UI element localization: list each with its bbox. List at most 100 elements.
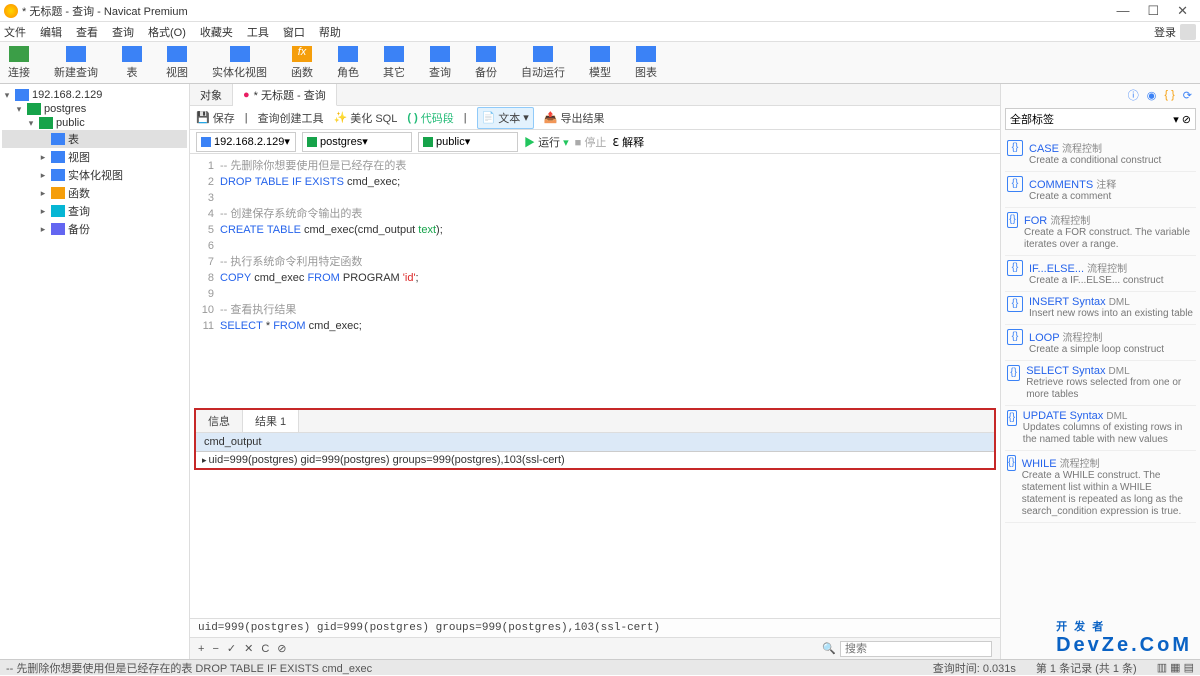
- menu-edit[interactable]: 编辑: [40, 24, 62, 40]
- braces-icon: {}: [1007, 212, 1018, 228]
- beautify-button[interactable]: ✨ 美化 SQL: [334, 110, 398, 126]
- braces-icon: {}: [1007, 455, 1016, 471]
- snippet-item[interactable]: {}SELECT Syntax DMLRetrieve rows selecte…: [1005, 361, 1196, 406]
- snippet-item[interactable]: {}COMMENTS 注释Create a comment: [1005, 172, 1196, 208]
- tb-connect[interactable]: 连接: [8, 46, 30, 80]
- explain-button[interactable]: ℇ 解释: [612, 134, 644, 150]
- result-row[interactable]: ▸uid=999(postgres) gid=999(postgres) gro…: [196, 452, 994, 468]
- braces-icon: {}: [1007, 296, 1023, 312]
- tag-select[interactable]: 全部标签▾ ⊘: [1005, 108, 1196, 130]
- snippet-item[interactable]: {}CASE 流程控制Create a conditional construc…: [1005, 136, 1196, 172]
- braces-icon: {}: [1007, 329, 1023, 345]
- menu-query[interactable]: 查询: [112, 24, 134, 40]
- search-input[interactable]: [840, 641, 992, 657]
- text-mode-button[interactable]: 📄 文本 ▾: [477, 107, 534, 129]
- tree-tables[interactable]: 表: [2, 130, 187, 148]
- snippet-item[interactable]: {}FOR 流程控制Create a FOR construct. The va…: [1005, 208, 1196, 256]
- snippet-item[interactable]: {}IF...ELSE... 流程控制Create a IF...ELSE...…: [1005, 256, 1196, 292]
- result-panel: 信息 结果 1 cmd_output ▸uid=999(postgres) gi…: [194, 408, 996, 470]
- tb-view[interactable]: 视图: [166, 46, 188, 80]
- nav-apply[interactable]: ✓: [227, 642, 236, 655]
- snippet-button[interactable]: ( ) 代码段: [407, 110, 453, 126]
- save-button[interactable]: 💾 保存: [196, 110, 235, 126]
- tb-autorun[interactable]: 自动运行: [521, 46, 565, 80]
- tree-server[interactable]: ▾192.168.2.129: [2, 88, 187, 102]
- braces-icon: {}: [1007, 260, 1023, 276]
- nav-refresh[interactable]: C: [261, 643, 269, 655]
- braces-icon[interactable]: { }: [1164, 89, 1174, 101]
- braces-icon: {}: [1007, 410, 1017, 426]
- tb-other[interactable]: 其它: [383, 46, 405, 80]
- result-tab-1[interactable]: 结果 1: [243, 410, 299, 432]
- app-icon: [4, 4, 18, 18]
- menu-view[interactable]: 查看: [76, 24, 98, 40]
- tb-function[interactable]: fx函数: [291, 46, 313, 80]
- tree-schema[interactable]: ▾public: [2, 116, 187, 130]
- login-link[interactable]: 登录: [1154, 24, 1176, 40]
- db-select[interactable]: postgres ▾: [302, 132, 412, 152]
- tree-db[interactable]: ▾postgres: [2, 102, 187, 116]
- record-count: 第 1 条记录 (共 1 条): [1036, 660, 1137, 676]
- tree-functions[interactable]: ▸函数: [2, 184, 187, 202]
- tb-query[interactable]: 查询: [429, 46, 451, 80]
- code-area[interactable]: -- 先删除你想要使用但是已经存在的表 DROP TABLE IF EXISTS…: [220, 158, 1000, 400]
- snippet-item[interactable]: {}LOOP 流程控制Create a simple loop construc…: [1005, 325, 1196, 361]
- user-avatar[interactable]: [1180, 24, 1196, 40]
- close-button[interactable]: ✕: [1177, 3, 1188, 19]
- server-select[interactable]: 192.168.2.129 ▾: [196, 132, 296, 152]
- menu-fav[interactable]: 收藏夹: [200, 24, 233, 40]
- nav-add[interactable]: +: [198, 643, 204, 655]
- stop-button[interactable]: ■ 停止: [575, 134, 607, 150]
- search-icon: 🔍: [822, 642, 836, 655]
- record-nav: + − ✓ ✕ C ⊘ 🔍: [190, 637, 1000, 659]
- menu-window[interactable]: 窗口: [283, 24, 305, 40]
- tree-backups[interactable]: ▸备份: [2, 220, 187, 238]
- result-tab-info[interactable]: 信息: [196, 410, 243, 432]
- snippet-panel: ⓘ ◉ { } ⟳ 全部标签▾ ⊘ {}CASE 流程控制Create a co…: [1000, 84, 1200, 659]
- refresh-icon[interactable]: ⟳: [1183, 89, 1192, 102]
- title-bar: * 无标题 - 查询 - Navicat Premium — ☐ ✕: [0, 0, 1200, 22]
- maximize-button[interactable]: ☐: [1147, 3, 1159, 19]
- braces-icon: {}: [1007, 140, 1023, 156]
- tb-newquery[interactable]: 新建查询: [54, 46, 98, 80]
- info-icon[interactable]: ⓘ: [1128, 87, 1139, 103]
- window-title: * 无标题 - 查询 - Navicat Premium: [22, 3, 1116, 19]
- connection-tree[interactable]: ▾192.168.2.129 ▾postgres ▾public 表 ▸视图 ▸…: [0, 84, 190, 659]
- nav-filter[interactable]: ⊘: [277, 642, 286, 655]
- schema-select[interactable]: public ▾: [418, 132, 518, 152]
- line-gutter: 1234567891011: [190, 158, 220, 400]
- nav-del[interactable]: −: [212, 643, 218, 655]
- tb-table[interactable]: 表: [122, 46, 142, 80]
- export-button[interactable]: 📤 导出结果: [544, 110, 605, 126]
- tree-queries[interactable]: ▸查询: [2, 202, 187, 220]
- tb-model[interactable]: 模型: [589, 46, 611, 80]
- tab-query[interactable]: ●* 无标题 - 查询: [233, 84, 337, 106]
- menu-tools[interactable]: 工具: [247, 24, 269, 40]
- tb-matview[interactable]: 实体化视图: [212, 46, 267, 80]
- snippet-item[interactable]: {}UPDATE Syntax DMLUpdates columns of ex…: [1005, 406, 1196, 451]
- menu-format[interactable]: 格式(O): [148, 24, 186, 40]
- tree-views[interactable]: ▸视图: [2, 148, 187, 166]
- query-time: 查询时间: 0.031s: [933, 660, 1016, 676]
- main-toolbar: 连接 新建查询 表 视图 实体化视图 fx函数 角色 其它 查询 备份 自动运行…: [0, 42, 1200, 84]
- nav-cancel[interactable]: ✕: [244, 642, 253, 655]
- query-builder-button[interactable]: 查询创建工具: [258, 110, 324, 126]
- run-button[interactable]: ▶ 运行 ▾: [524, 134, 569, 150]
- menu-help[interactable]: 帮助: [319, 24, 341, 40]
- eye-icon[interactable]: ◉: [1147, 89, 1157, 102]
- message-bar: uid=999(postgres) gid=999(postgres) grou…: [190, 618, 1000, 637]
- menu-bar: 文件 编辑 查看 查询 格式(O) 收藏夹 工具 窗口 帮助 登录: [0, 22, 1200, 42]
- tree-matviews[interactable]: ▸实体化视图: [2, 166, 187, 184]
- tb-backup[interactable]: 备份: [475, 46, 497, 80]
- snippet-item[interactable]: {}INSERT Syntax DMLInsert new rows into …: [1005, 292, 1196, 325]
- snippet-item[interactable]: {}WHILE 流程控制Create a WHILE construct. Th…: [1005, 451, 1196, 523]
- connection-bar: 192.168.2.129 ▾ postgres ▾ public ▾ ▶ 运行…: [190, 130, 1000, 154]
- result-col-header[interactable]: cmd_output: [196, 433, 994, 452]
- tab-objects[interactable]: 对象: [190, 84, 233, 105]
- tb-chart[interactable]: 图表: [635, 46, 657, 80]
- tb-role[interactable]: 角色: [337, 46, 359, 80]
- menu-file[interactable]: 文件: [4, 24, 26, 40]
- minimize-button[interactable]: —: [1116, 3, 1129, 18]
- sql-editor[interactable]: 1234567891011 -- 先删除你想要使用但是已经存在的表 DROP T…: [190, 154, 1000, 404]
- editor-tabs: 对象 ●* 无标题 - 查询: [190, 84, 1000, 106]
